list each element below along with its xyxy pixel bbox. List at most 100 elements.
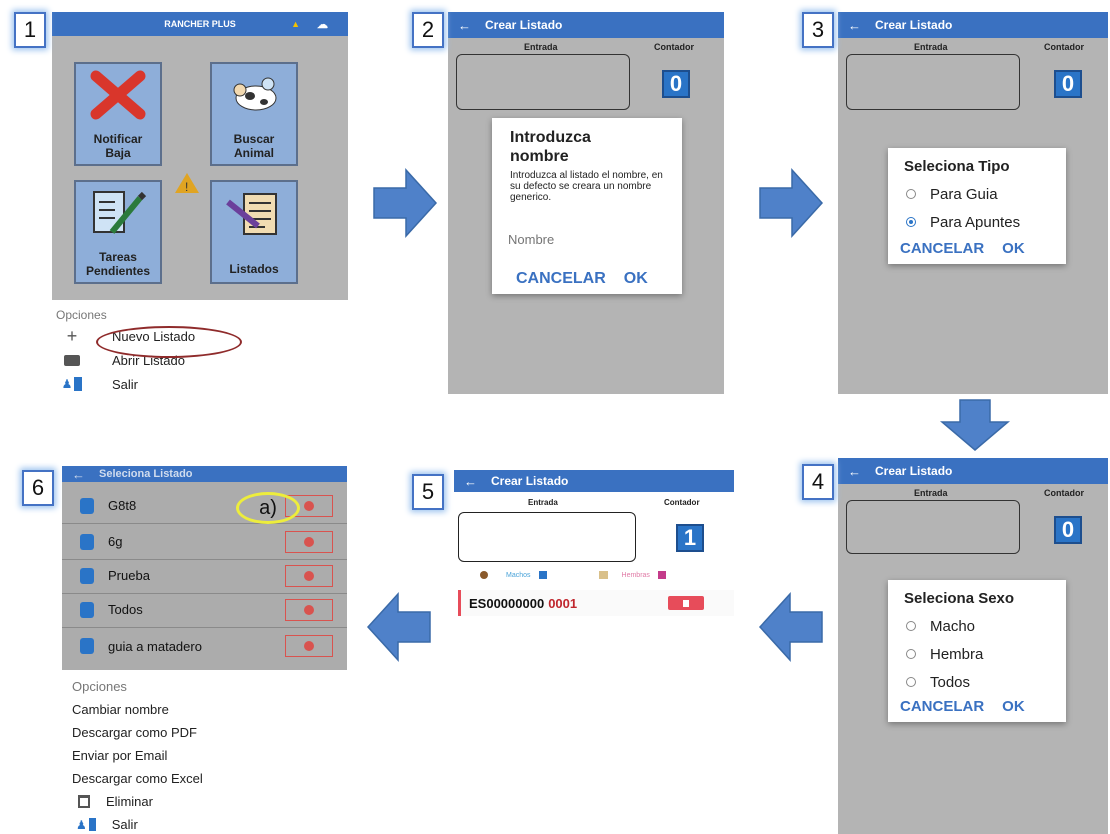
option-descargar-excel[interactable]: Descargar como Excel bbox=[72, 767, 342, 790]
option-label: Eliminar bbox=[106, 794, 153, 809]
arrow-left-icon bbox=[366, 592, 431, 662]
entrada-box[interactable] bbox=[846, 500, 1020, 554]
option-enviar-email[interactable]: Enviar por Email bbox=[72, 744, 342, 767]
exit-icon: ♟ bbox=[52, 377, 92, 391]
entrada-label: Entrada bbox=[914, 488, 948, 498]
tile-listados[interactable]: Listados bbox=[210, 180, 298, 284]
entrada-box[interactable] bbox=[456, 54, 630, 110]
entrada-box[interactable] bbox=[458, 512, 636, 562]
option-descargar-pdf[interactable]: Descargar como PDF bbox=[72, 721, 342, 744]
option-label: Salir bbox=[112, 376, 139, 392]
option-eliminar[interactable]: Eliminar bbox=[72, 790, 342, 813]
panel-5: ← Crear Listado Entrada Contador 1 Machos… bbox=[454, 470, 734, 620]
name-input[interactable] bbox=[508, 232, 668, 247]
list-item[interactable]: 6g bbox=[62, 524, 347, 560]
settings-button[interactable] bbox=[285, 635, 333, 657]
settings-button[interactable] bbox=[285, 530, 333, 553]
step-number: 4 bbox=[802, 464, 834, 500]
settings-button[interactable] bbox=[285, 598, 333, 621]
radio-macho[interactable]: Macho bbox=[888, 612, 1066, 640]
cancel-button[interactable]: CANCELAR bbox=[900, 698, 984, 715]
entrada-box[interactable] bbox=[846, 54, 1020, 110]
radio-para-apuntes[interactable]: Para Apuntes bbox=[888, 208, 1066, 236]
sex-filter-bar: Machos Hembras bbox=[458, 568, 694, 582]
back-arrow-icon[interactable]: ← bbox=[72, 467, 85, 482]
step-number: 1 bbox=[14, 12, 46, 48]
plus-icon: + bbox=[66, 325, 78, 346]
panel-6: ← Seleciona Listado G8t8 6g Prueba Todos … bbox=[62, 466, 347, 834]
list-icon bbox=[226, 193, 277, 235]
radio-hembra[interactable]: Hembra bbox=[888, 640, 1066, 668]
radio-button[interactable] bbox=[906, 677, 916, 687]
radio-button[interactable] bbox=[906, 621, 916, 631]
dialog-title: Seleciona Tipo bbox=[904, 158, 1010, 175]
radio-label: Para Guia bbox=[930, 185, 998, 203]
app-bar: ← Crear Listado bbox=[838, 458, 1108, 484]
ok-button[interactable]: OK bbox=[624, 270, 648, 288]
entry-suffix: 0001 bbox=[548, 595, 578, 611]
radio-button-selected[interactable] bbox=[906, 217, 916, 227]
cow-icon bbox=[233, 77, 277, 111]
trash-icon bbox=[683, 599, 689, 607]
list-item[interactable]: G8t8 bbox=[62, 488, 347, 524]
radio-button[interactable] bbox=[906, 649, 916, 659]
app-bar: ← Seleciona Listado bbox=[62, 466, 347, 482]
database-icon bbox=[80, 497, 94, 514]
step-number: 3 bbox=[802, 12, 834, 48]
settings-button[interactable] bbox=[285, 564, 333, 587]
options-section: Opciones Cambiar nombre Descargar como P… bbox=[72, 674, 342, 834]
list-item[interactable]: Prueba bbox=[62, 558, 347, 594]
app-title: RANCHER PLUS bbox=[164, 19, 236, 29]
option-label: Salir bbox=[111, 817, 138, 832]
step-number: 6 bbox=[22, 470, 54, 506]
screen-title: Crear Listado bbox=[875, 18, 953, 32]
options-title: Opciones bbox=[56, 308, 107, 322]
radio-button[interactable] bbox=[906, 189, 916, 199]
contador-label: Contador bbox=[1044, 42, 1084, 52]
radio-todos[interactable]: Todos bbox=[888, 668, 1066, 696]
entry-prefix: ES00000000 bbox=[469, 595, 545, 611]
panel-4: ← Crear Listado Entrada Contador 0 Seleci… bbox=[838, 458, 1108, 834]
option-salir[interactable]: ♟ Salir bbox=[52, 372, 348, 396]
ok-button[interactable]: OK bbox=[1002, 698, 1025, 715]
option-cambiar-nombre[interactable]: Cambiar nombre bbox=[72, 698, 342, 721]
cancel-button[interactable]: CANCELAR bbox=[516, 270, 606, 288]
arrow-right-icon bbox=[373, 168, 438, 238]
tile-notificar-baja[interactable]: Notificar Baja bbox=[74, 62, 162, 166]
machos-badge bbox=[538, 571, 547, 579]
tile-label: Buscar Animal bbox=[233, 132, 275, 160]
annotation-label: a) bbox=[259, 496, 277, 519]
screen-title: Crear Listado bbox=[485, 18, 563, 32]
ok-button[interactable]: OK bbox=[1002, 240, 1025, 257]
sex-dialog: Seleciona Sexo Macho Hembra Todos CANCEL… bbox=[888, 580, 1066, 722]
hembras-label: Hembras bbox=[621, 571, 650, 579]
list-item[interactable]: Todos bbox=[62, 592, 347, 628]
bell-icon[interactable]: ▲ bbox=[291, 19, 300, 29]
options-title: Opciones bbox=[72, 678, 127, 694]
radio-label: Hembra bbox=[930, 645, 984, 663]
gear-icon bbox=[304, 604, 314, 615]
list-item-label: Prueba bbox=[108, 568, 150, 583]
back-arrow-icon[interactable]: ← bbox=[464, 474, 477, 489]
counter-badge: 0 bbox=[662, 70, 690, 98]
option-salir[interactable]: ♟ Salir bbox=[72, 813, 342, 834]
tile-tareas-pendientes[interactable]: Tareas Pendientes bbox=[74, 180, 162, 284]
list-item[interactable]: guia a matadero bbox=[62, 628, 347, 664]
delete-button[interactable] bbox=[668, 596, 704, 610]
trash-icon bbox=[78, 795, 90, 808]
warning-icon: ! bbox=[175, 173, 199, 194]
entry-row[interactable]: ES00000000 0001 bbox=[458, 590, 734, 616]
cancel-button[interactable]: CANCELAR bbox=[900, 240, 984, 257]
radio-para-guia[interactable]: Para Guia bbox=[888, 180, 1066, 208]
counter-badge: 0 bbox=[1054, 70, 1082, 98]
back-arrow-icon[interactable]: ← bbox=[848, 18, 861, 33]
arrow-right-icon bbox=[759, 168, 824, 238]
back-arrow-icon[interactable]: ← bbox=[848, 464, 861, 479]
list-item-label: guia a matadero bbox=[108, 638, 202, 654]
arrow-down-icon bbox=[940, 399, 1010, 451]
database-icon bbox=[80, 638, 94, 654]
back-arrow-icon[interactable]: ← bbox=[458, 18, 471, 33]
cloud-icon[interactable]: ☁ bbox=[317, 18, 328, 31]
tile-buscar-animal[interactable]: Buscar Animal bbox=[210, 62, 298, 166]
arrow-left-icon bbox=[758, 592, 823, 662]
